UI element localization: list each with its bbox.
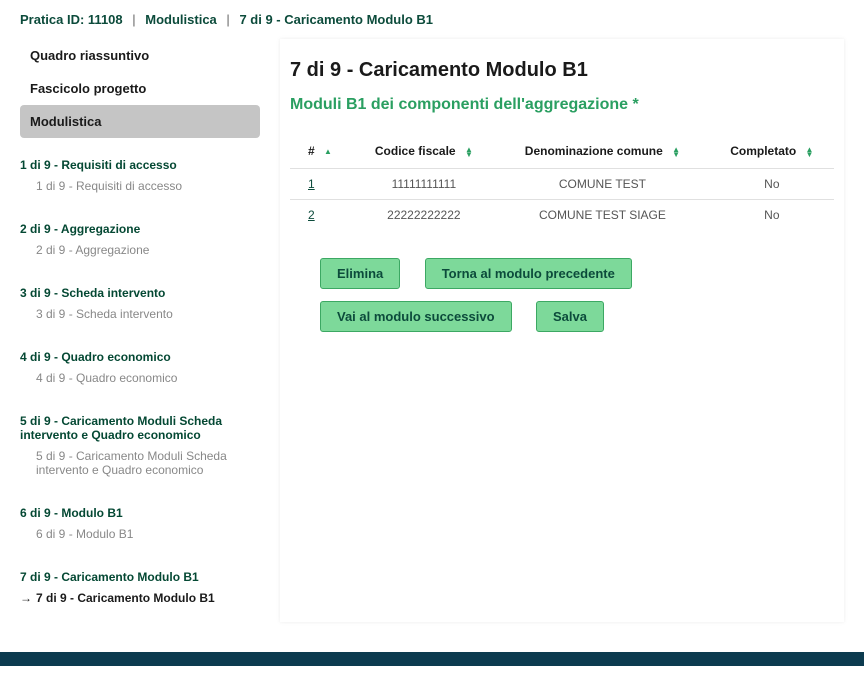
sort-icon: ▲▼ [672,147,680,157]
row-denom: COMUNE TEST [495,169,709,200]
sidebar-substep-6[interactable]: 6 di 9 - Modulo B1 [20,522,260,546]
sidebar-step-6[interactable]: 6 di 9 - Modulo B1 [20,498,260,522]
successivo-button[interactable]: Vai al modulo successivo [320,301,512,332]
sidebar-substep-1[interactable]: 1 di 9 - Requisiti di accesso [20,174,260,198]
row-denom: COMUNE TEST SIAGE [495,200,709,231]
row-cf: 22222222222 [353,200,496,231]
row-compl: No [710,169,834,200]
table-row: 1 11111111111 COMUNE TEST No [290,169,834,200]
sidebar-substep-7[interactable]: 7 di 9 - Caricamento Modulo B1 [20,586,260,610]
salva-button[interactable]: Salva [536,301,604,332]
sort-icon: ▲▼ [806,147,814,157]
row-compl: No [710,200,834,231]
row-link[interactable]: 2 [308,208,315,222]
moduli-table: # ▲▼ Codice fiscale ▲▼ Denominazione com… [290,134,834,230]
breadcrumb: Pratica ID: 11108 | Modulistica | 7 di 9… [0,0,864,39]
button-bar: Elimina Torna al modulo precedente Vai a… [290,258,834,332]
breadcrumb-pratica: Pratica ID: 11108 [20,12,123,27]
row-cf: 11111111111 [353,169,496,200]
sidebar: Quadro riassuntivo Fascicolo progetto Mo… [20,39,260,622]
page-subtitle: Moduli B1 dei componenti dell'aggregazio… [290,96,834,114]
table-row: 2 22222222222 COMUNE TEST SIAGE No [290,200,834,231]
sidebar-item-modulistica[interactable]: Modulistica [20,105,260,138]
breadcrumb-modulistica[interactable]: Modulistica [145,12,217,27]
sidebar-steps: 1 di 9 - Requisiti di accesso 1 di 9 - R… [20,138,260,622]
sidebar-step-2[interactable]: 2 di 9 - Aggregazione [20,214,260,238]
col-header-num[interactable]: # ▲▼ [290,134,353,169]
breadcrumb-separator: | [226,12,229,27]
sidebar-substep-5[interactable]: 5 di 9 - Caricamento Moduli Scheda inter… [20,444,260,482]
sidebar-item-fascicolo[interactable]: Fascicolo progetto [20,72,260,105]
sort-icon: ▲▼ [324,149,332,154]
sidebar-substep-3[interactable]: 3 di 9 - Scheda intervento [20,302,260,326]
breadcrumb-step: 7 di 9 - Caricamento Modulo B1 [239,12,433,27]
main-panel: 7 di 9 - Caricamento Modulo B1 Moduli B1… [280,39,844,622]
precedente-button[interactable]: Torna al modulo precedente [425,258,632,289]
sidebar-step-3[interactable]: 3 di 9 - Scheda intervento [20,278,260,302]
footer-bar [0,652,864,666]
col-header-cf[interactable]: Codice fiscale ▲▼ [353,134,496,169]
sidebar-item-quadro[interactable]: Quadro riassuntivo [20,39,260,72]
sort-icon: ▲▼ [465,147,473,157]
row-link[interactable]: 1 [308,177,315,191]
breadcrumb-separator: | [132,12,135,27]
sidebar-substep-2[interactable]: 2 di 9 - Aggregazione [20,238,260,262]
sidebar-step-4[interactable]: 4 di 9 - Quadro economico [20,342,260,366]
sidebar-step-7[interactable]: 7 di 9 - Caricamento Modulo B1 [20,562,260,586]
sidebar-substep-4[interactable]: 4 di 9 - Quadro economico [20,366,260,390]
col-header-denom[interactable]: Denominazione comune ▲▼ [495,134,709,169]
sidebar-step-1[interactable]: 1 di 9 - Requisiti di accesso [20,150,260,174]
elimina-button[interactable]: Elimina [320,258,400,289]
sidebar-step-5[interactable]: 5 di 9 - Caricamento Moduli Scheda inter… [20,406,260,444]
page-title: 7 di 9 - Caricamento Modulo B1 [290,59,834,82]
col-header-compl[interactable]: Completato ▲▼ [710,134,834,169]
